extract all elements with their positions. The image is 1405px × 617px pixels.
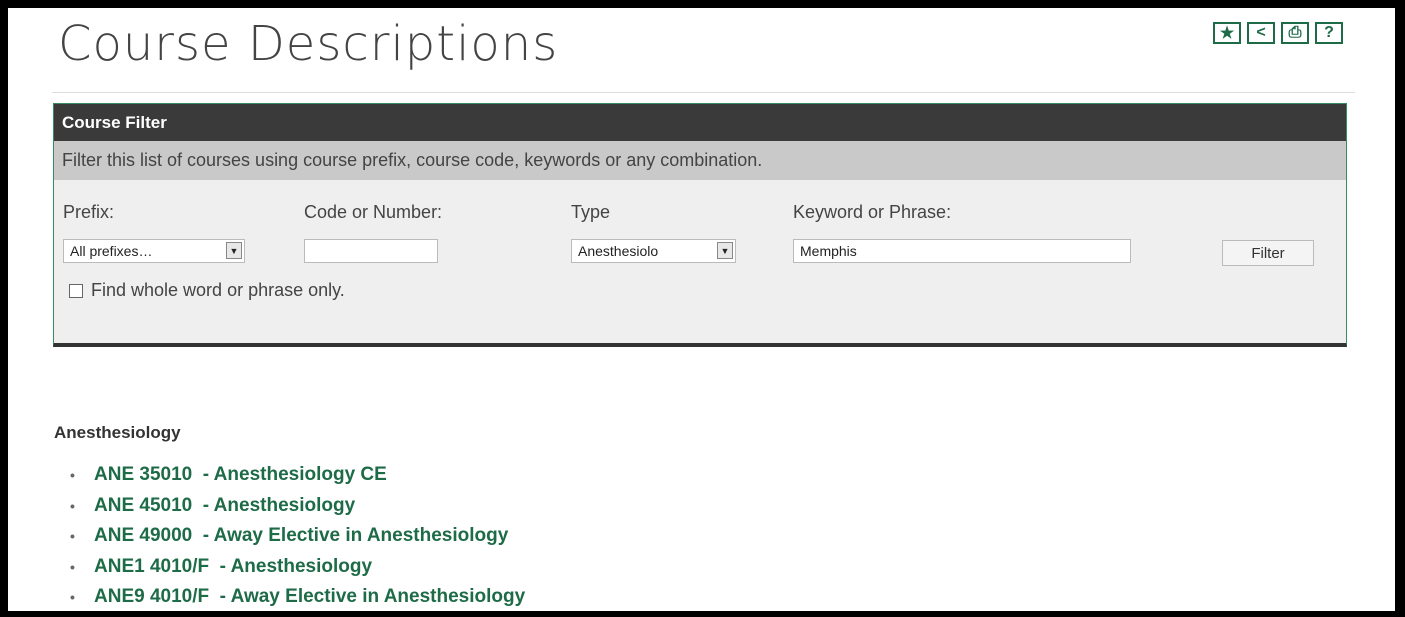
list-item: • ANE 35010 - Anesthesiology CE bbox=[70, 460, 525, 491]
whole-word-label: Find whole word or phrase only. bbox=[91, 280, 345, 300]
course-link[interactable]: ANE 35010 - Anesthesiology CE bbox=[94, 464, 387, 486]
help-icon[interactable]: ? bbox=[1315, 22, 1343, 44]
prefix-select-value: All prefixes… bbox=[70, 243, 153, 259]
bullet-icon: • bbox=[70, 528, 75, 545]
page-title: Course Descriptions bbox=[58, 16, 559, 72]
code-label: Code or Number: bbox=[304, 202, 443, 222]
course-link[interactable]: ANE9 4010/F - Away Elective in Anesthesi… bbox=[94, 586, 525, 608]
filter-header: Course Filter bbox=[54, 104, 1346, 141]
type-select[interactable]: Anesthesiolo ▼ bbox=[571, 239, 736, 263]
keyword-label: Keyword or Phrase: bbox=[793, 202, 952, 222]
course-link[interactable]: ANE 45010 - Anesthesiology bbox=[94, 495, 355, 517]
whole-word-checkbox[interactable] bbox=[69, 283, 83, 298]
bullet-icon: • bbox=[70, 467, 75, 484]
bullet-icon: • bbox=[70, 558, 75, 575]
list-item: • ANE9 4010/F - Away Elective in Anesthe… bbox=[70, 582, 525, 613]
code-input[interactable] bbox=[304, 239, 438, 263]
list-item: • ANE 45010 - Anesthesiology bbox=[70, 491, 525, 522]
list-item: • ANE1 4010/F - Anesthesiology bbox=[70, 552, 525, 583]
filter-description: Filter this list of courses using course… bbox=[54, 141, 1346, 180]
keyword-input[interactable]: Memphis bbox=[793, 239, 1131, 263]
course-group-heading: Anesthesiology bbox=[54, 423, 181, 442]
course-filter-panel: Course Filter Filter this list of course… bbox=[53, 103, 1347, 347]
star-icon[interactable]: ★ bbox=[1213, 22, 1241, 44]
prefix-select[interactable]: All prefixes… ▼ bbox=[63, 239, 245, 263]
prefix-label: Prefix: bbox=[63, 202, 115, 222]
type-label: Type bbox=[571, 202, 611, 222]
page-tools: ★ < ⎙ ? bbox=[1213, 22, 1343, 44]
bullet-icon: • bbox=[70, 497, 75, 514]
title-divider bbox=[52, 92, 1355, 93]
whole-word-option[interactable]: Find whole word or phrase only. bbox=[69, 280, 345, 301]
course-list: • ANE 35010 - Anesthesiology CE • ANE 45… bbox=[70, 460, 525, 613]
type-select-value: Anesthesiolo bbox=[578, 243, 659, 259]
list-item: • ANE 49000 - Away Elective in Anesthesi… bbox=[70, 521, 525, 552]
share-icon[interactable]: < bbox=[1247, 22, 1275, 44]
page-frame: Course Descriptions ★ < ⎙ ? Course Filte… bbox=[8, 8, 1395, 611]
chevron-down-icon: ▼ bbox=[226, 242, 242, 259]
print-icon[interactable]: ⎙ bbox=[1281, 22, 1309, 44]
filter-button[interactable]: Filter bbox=[1222, 240, 1314, 266]
course-link[interactable]: ANE 49000 - Away Elective in Anesthesiol… bbox=[94, 525, 508, 547]
chevron-down-icon: ▼ bbox=[717, 242, 733, 259]
bullet-icon: • bbox=[70, 589, 75, 606]
course-link[interactable]: ANE1 4010/F - Anesthesiology bbox=[94, 556, 372, 578]
